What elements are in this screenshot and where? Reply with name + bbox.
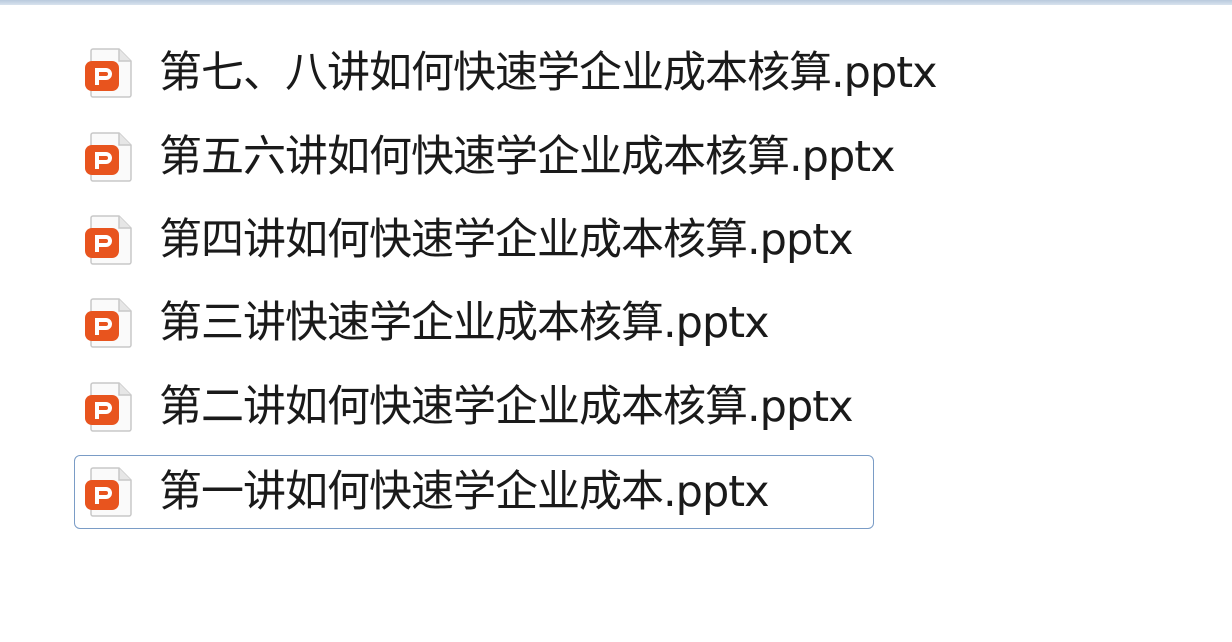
file-name: 第二讲如何快速学企业成本核算.pptx (159, 381, 854, 432)
file-item[interactable]: 第二讲如何快速学企业成本核算.pptx (74, 370, 964, 444)
file-name: 第四讲如何快速学企业成本核算.pptx (159, 214, 854, 265)
file-name: 第一讲如何快速学企业成本.pptx (159, 466, 770, 517)
powerpoint-icon (85, 132, 132, 182)
powerpoint-icon (85, 382, 132, 432)
file-item[interactable]: 第四讲如何快速学企业成本核算.pptx (74, 203, 964, 277)
powerpoint-icon (85, 467, 132, 517)
file-item[interactable]: 第三讲快速学企业成本核算.pptx (74, 286, 874, 360)
file-name: 第七、八讲如何快速学企业成本核算.pptx (159, 47, 938, 98)
file-item[interactable]: 第五六讲如何快速学企业成本核算.pptx (74, 120, 1014, 194)
file-item-selected[interactable]: 第一讲如何快速学企业成本.pptx (74, 455, 874, 529)
powerpoint-icon (85, 215, 132, 265)
file-name: 第三讲快速学企业成本核算.pptx (159, 297, 770, 348)
file-list: 第七、八讲如何快速学企业成本核算.pptx 第五六讲如何快速学企业成本核算.pp… (0, 0, 1232, 642)
powerpoint-icon (85, 298, 132, 348)
file-name: 第五六讲如何快速学企业成本核算.pptx (159, 131, 896, 182)
powerpoint-icon (85, 48, 132, 98)
file-item[interactable]: 第七、八讲如何快速学企业成本核算.pptx (74, 36, 1064, 110)
